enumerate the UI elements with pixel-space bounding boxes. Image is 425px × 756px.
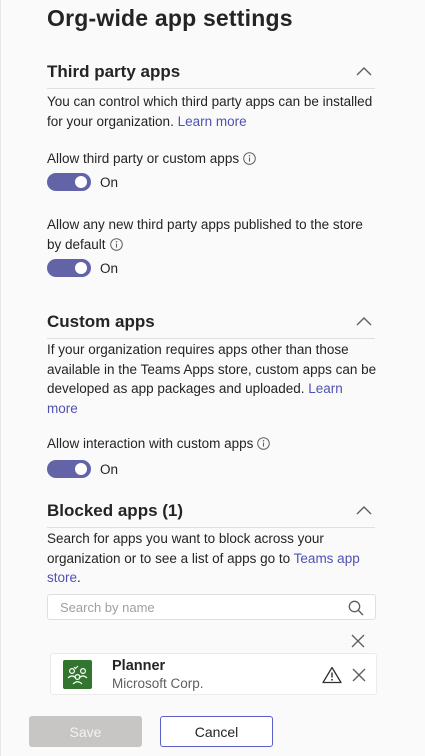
allow-third-party-toggle[interactable] — [47, 173, 91, 191]
custom-apps-section-title: Custom apps — [47, 312, 155, 331]
save-button[interactable]: Save — [29, 716, 142, 747]
info-icon[interactable] — [109, 237, 123, 251]
toggle-knob — [75, 463, 87, 475]
chevron-up-icon[interactable] — [353, 312, 375, 330]
allow-third-party-label: Allow third party or custom apps — [47, 149, 377, 169]
custom-apps-section-header: Custom apps — [47, 310, 375, 339]
close-icon[interactable] — [349, 632, 367, 650]
org-wide-app-settings-panel: Org-wide app settings Third party apps Y… — [0, 0, 425, 756]
new-third-party-apps-toggle-row: On — [47, 258, 118, 278]
third-party-learn-more-link[interactable]: Learn more — [178, 114, 247, 129]
warning-icon[interactable] — [322, 666, 342, 684]
blocked-app-item: Planner Microsoft Corp. — [50, 653, 377, 695]
app-name: Planner — [112, 658, 166, 674]
new-third-party-apps-label-text: Allow any new third party apps published… — [47, 217, 363, 252]
third-party-section-title: Third party apps — [47, 62, 181, 81]
custom-apps-description: If your organization requires apps other… — [47, 340, 377, 418]
third-party-section-header: Third party apps — [47, 60, 375, 89]
page-title: Org-wide app settings — [47, 5, 293, 31]
allow-custom-apps-label: Allow interaction with custom apps — [47, 434, 377, 454]
third-party-description: You can control which third party apps c… — [47, 92, 377, 131]
allow-custom-apps-toggle-row: On — [47, 459, 118, 479]
info-icon[interactable] — [243, 152, 256, 165]
allow-third-party-state: On — [100, 174, 119, 190]
blocked-apps-description-text: Search for apps you want to block across… — [47, 531, 324, 566]
cancel-button[interactable]: Cancel — [160, 716, 273, 747]
blocked-apps-description: Search for apps you want to block across… — [47, 529, 377, 588]
allow-third-party-toggle-row: On — [47, 172, 118, 192]
allow-custom-apps-state: On — [100, 461, 119, 477]
new-third-party-apps-state: On — [100, 260, 119, 276]
new-third-party-apps-toggle[interactable] — [47, 259, 91, 277]
search-input[interactable] — [60, 598, 330, 616]
blocked-apps-section-title: Blocked apps (1) — [47, 501, 184, 520]
new-third-party-apps-label: Allow any new third party apps published… — [47, 215, 377, 254]
info-icon[interactable] — [257, 437, 271, 450]
planner-logo-icon — [63, 660, 92, 689]
blocked-apps-search-box[interactable] — [47, 594, 376, 620]
blocked-apps-section-header: Blocked apps (1) — [47, 499, 375, 528]
chevron-up-icon[interactable] — [353, 62, 375, 80]
toggle-knob — [75, 176, 87, 188]
search-icon[interactable] — [347, 599, 365, 617]
chevron-up-icon[interactable] — [353, 501, 375, 519]
planner-logo-glyph — [67, 665, 88, 685]
allow-custom-apps-toggle[interactable] — [47, 460, 91, 478]
allow-third-party-label-text: Allow third party or custom apps — [47, 151, 240, 166]
toggle-knob — [75, 262, 87, 274]
app-publisher: Microsoft Corp. — [112, 676, 204, 691]
allow-custom-apps-label-text: Allow interaction with custom apps — [47, 436, 254, 451]
close-icon[interactable] — [350, 666, 368, 684]
blocked-apps-description-suffix: . — [77, 570, 81, 585]
